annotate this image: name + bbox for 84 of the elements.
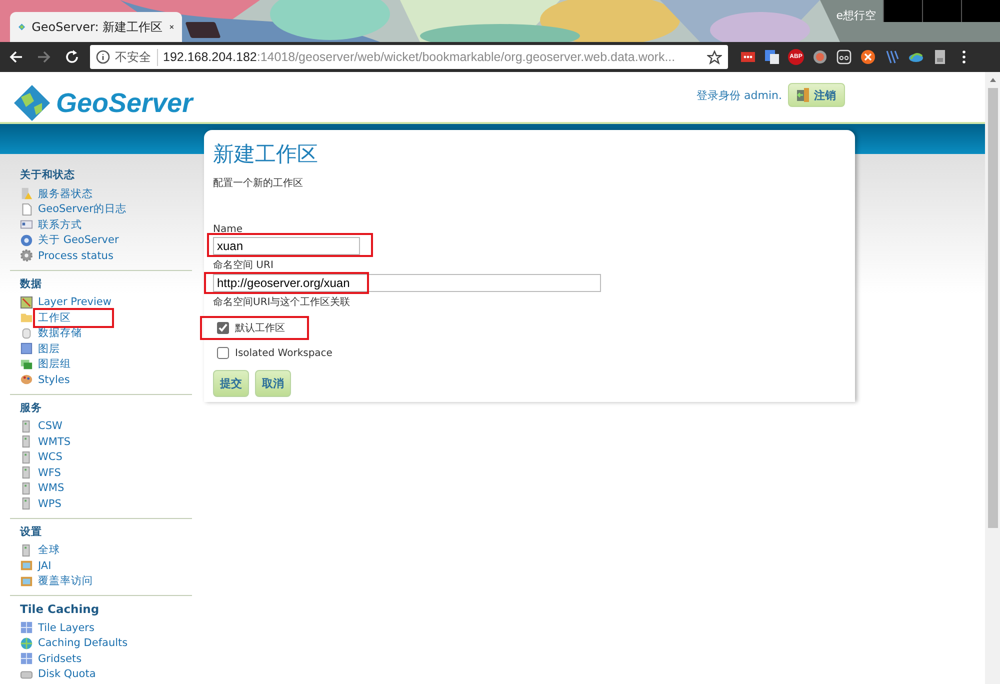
extension-icon[interactable] — [932, 49, 948, 65]
gear-icon — [20, 249, 33, 262]
sidebar-link[interactable]: GeoServer的日志 — [38, 202, 126, 216]
sidebar-link[interactable]: Tile Layers — [38, 622, 94, 634]
layer-icon — [20, 342, 33, 356]
contact-card-icon — [20, 218, 33, 232]
checkbox-option[interactable]: 默认工作区 — [202, 318, 307, 338]
window-button[interactable] — [922, 0, 961, 22]
sidebar-link[interactable]: WMTS — [38, 436, 71, 448]
sidebar-heading: 服务 — [20, 400, 43, 414]
globe-icon — [20, 636, 33, 650]
browser-tab[interactable]: GeoServer: 新建工作区 — [10, 12, 182, 42]
form-button[interactable]: 提交 — [213, 370, 249, 397]
sidebar-heading: Tile Caching — [20, 602, 100, 616]
grid-icon — [20, 652, 33, 666]
sidebar-link[interactable]: 图层组 — [38, 357, 71, 372]
translate-icon[interactable] — [764, 49, 780, 65]
sidebar-link[interactable]: JAI — [38, 560, 52, 572]
sidebar-link[interactable]: 覆盖率访问 — [38, 574, 93, 588]
sidebar-link[interactable]: 数据存储 — [38, 326, 82, 340]
back-icon[interactable] — [8, 49, 24, 65]
sidebar-link[interactable]: 联系方式 — [38, 218, 82, 232]
door-icon — [795, 87, 811, 103]
sidebar-link[interactable]: Disk Quota — [38, 668, 96, 680]
grid-icon — [20, 621, 33, 634]
server-warning-icon — [20, 187, 33, 200]
login-status: 登录身份 admin. — [696, 88, 782, 102]
forward-icon[interactable] — [36, 49, 52, 65]
sidebar-heading: 设置 — [20, 524, 43, 538]
sidebar-link[interactable]: WPS — [38, 498, 62, 510]
help-icon — [20, 234, 33, 247]
form-button[interactable]: 取消 — [255, 370, 291, 397]
page-description: 配置一个新的工作区 — [213, 176, 304, 190]
logo-text[interactable]: GeoServer — [56, 88, 193, 118]
sidebar-link[interactable]: 全球 — [38, 543, 60, 558]
scrollbar[interactable] — [985, 72, 1000, 684]
sidebar-link[interactable]: CSW — [38, 420, 62, 432]
database-icon — [20, 326, 33, 340]
sidebar-link[interactable]: Styles — [38, 374, 70, 386]
sidebar-link[interactable]: Layer Preview — [38, 296, 112, 308]
sidebar-link[interactable]: WCS — [38, 451, 62, 464]
url-text: 192.168.204.182:14018/geoserver/web/wicket/bookmarkable/org.geoserver.web.data.work... — [163, 50, 676, 64]
sidebar-link[interactable]: 服务器状态 — [38, 186, 93, 201]
scroll-thumb[interactable] — [988, 88, 998, 528]
page-title: 新建工作区 — [213, 141, 319, 168]
field-hint: 命名空间URI与这个工作区关联 — [213, 296, 352, 309]
name-field[interactable]: xuan — [213, 237, 360, 255]
field-label: 命名空间 URI — [213, 258, 274, 272]
image-icon — [20, 574, 33, 588]
sidebar-link[interactable]: 工作区 — [36, 310, 111, 325]
extension-icon[interactable] — [836, 49, 852, 65]
uri-field[interactable]: http://geoserver.org/xuan — [213, 274, 601, 292]
sidebar-heading: 数据 — [20, 276, 43, 290]
sidebar-link[interactable]: Gridsets — [38, 652, 82, 665]
sidebar-heading: 关于和状态 — [20, 168, 76, 182]
star-icon[interactable] — [707, 50, 722, 64]
window-button[interactable] — [883, 0, 922, 22]
folder-icon — [20, 311, 33, 324]
sidebar-link[interactable]: Caching Defaults — [38, 637, 128, 650]
sidebar-link[interactable]: WMS — [38, 482, 64, 494]
extension-icon[interactable] — [860, 49, 876, 65]
security-label: 不安全 — [115, 48, 158, 66]
checkbox[interactable] — [217, 347, 229, 359]
document-icon — [20, 202, 33, 216]
info-icon — [96, 50, 110, 64]
extension-icon[interactable] — [740, 49, 756, 65]
layers-icon — [20, 358, 33, 371]
window-button[interactable] — [961, 0, 1000, 22]
image-icon — [20, 559, 33, 572]
logout-button[interactable]: 注销 — [788, 83, 845, 107]
address-bar[interactable]: 不安全 192.168.204.182:14018/geoserver/web/wicket/bookmarkable/org.geoserver.web.data.work... — [90, 45, 728, 69]
close-icon[interactable] — [168, 22, 174, 32]
sidebar-link[interactable]: 关于 GeoServer — [38, 233, 119, 248]
sidebar-link[interactable]: Process status — [38, 250, 114, 262]
field-label: Name — [213, 224, 244, 235]
map-icon — [20, 296, 33, 309]
reload-icon[interactable] — [64, 49, 80, 65]
sidebar-link[interactable]: 图层 — [38, 342, 60, 356]
checkbox[interactable] — [217, 322, 229, 334]
checkbox-option[interactable]: Isolated Workspace — [213, 344, 336, 362]
profile-name[interactable]: e想行空 — [836, 8, 876, 23]
sidebar-link[interactable]: WFS — [38, 466, 61, 479]
globe-icon — [12, 83, 52, 123]
palette-icon — [20, 373, 33, 386]
